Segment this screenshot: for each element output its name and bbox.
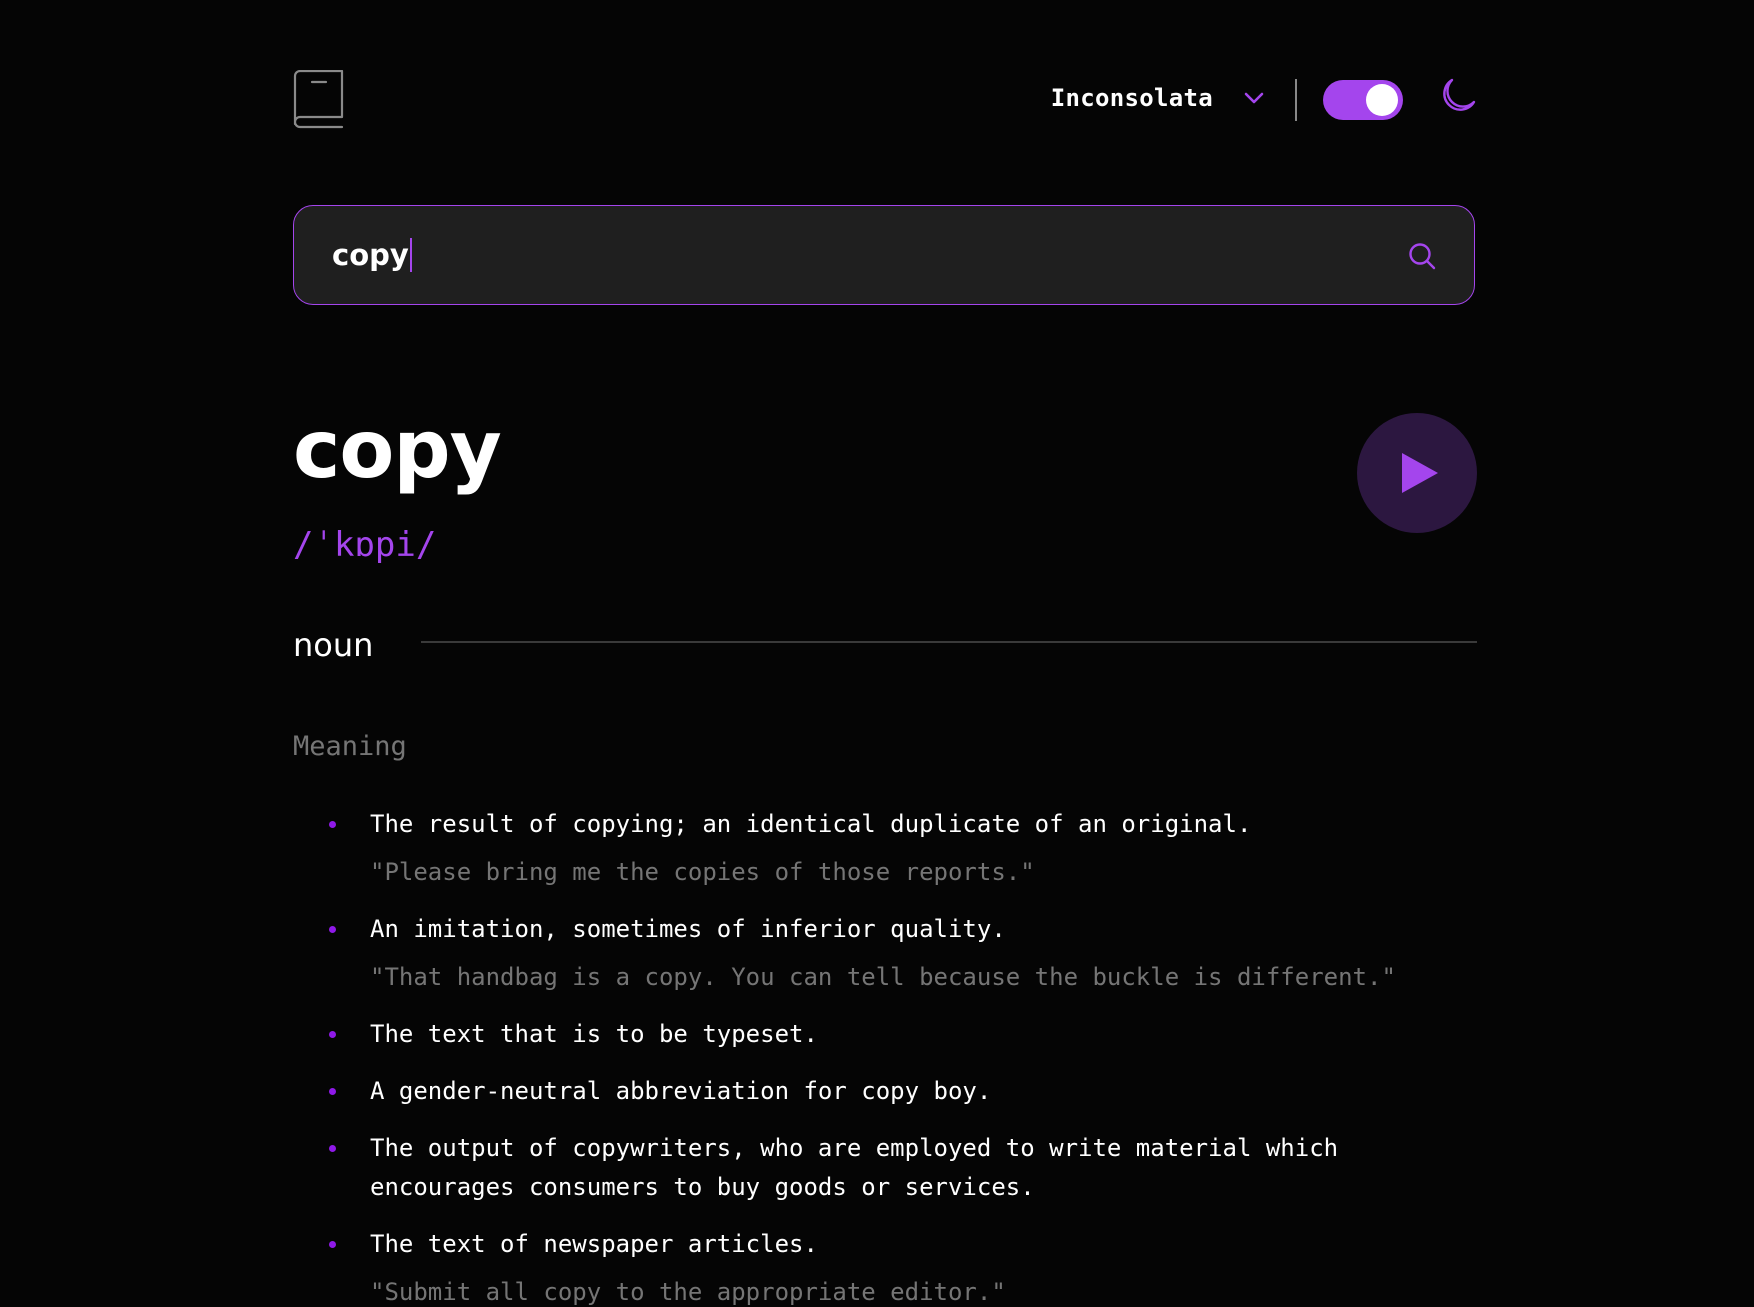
definition-example: "Please bring me the copies of those rep… xyxy=(370,858,1035,886)
definition-item: The text of newspaper articles. "Submit … xyxy=(329,1225,1477,1307)
moon-icon xyxy=(1443,78,1476,111)
phonetic-text: /ˈkɒpi/ xyxy=(293,525,437,565)
search-input[interactable]: copy xyxy=(332,232,412,278)
bullet-icon xyxy=(329,1145,336,1152)
definition-list: The result of copying; an identical dupl… xyxy=(329,805,1477,1307)
chevron-down-icon xyxy=(1244,92,1264,104)
book-logo-icon[interactable] xyxy=(293,70,345,130)
definition-text: The output of copywriters, who are emplo… xyxy=(370,1134,1339,1201)
section-divider xyxy=(421,641,1477,643)
part-of-speech-row: noun xyxy=(293,620,1477,670)
part-of-speech: noun xyxy=(293,626,374,664)
word-heading: copy xyxy=(293,403,502,496)
search-icon[interactable] xyxy=(1408,242,1436,270)
font-selector[interactable]: Inconsolata xyxy=(1051,84,1265,112)
definition-example: "Submit all copy to the appropriate edit… xyxy=(370,1278,1006,1306)
play-icon xyxy=(1402,453,1438,493)
search-input-value: copy xyxy=(332,238,409,272)
bullet-icon xyxy=(329,1088,336,1095)
font-selector-label: Inconsolata xyxy=(1050,84,1213,112)
text-caret xyxy=(409,238,412,272)
definition-item: A gender-neutral abbreviation for copy b… xyxy=(329,1072,1477,1111)
definition-item: The text that is to be typeset. xyxy=(329,1015,1477,1054)
header: Inconsolata xyxy=(293,70,1477,130)
bullet-icon xyxy=(329,926,336,933)
bullet-icon xyxy=(329,1241,336,1248)
definition-text: The text of newspaper articles. xyxy=(370,1230,818,1258)
definition-text: A gender-neutral abbreviation for copy b… xyxy=(370,1077,992,1105)
definition-example: "That handbag is a copy. You can tell be… xyxy=(370,963,1396,991)
bullet-icon xyxy=(329,1031,336,1038)
play-audio-button[interactable] xyxy=(1357,413,1477,533)
header-divider xyxy=(1295,79,1297,121)
definition-text: The result of copying; an identical dupl… xyxy=(370,810,1252,838)
bullet-icon xyxy=(329,821,336,828)
theme-toggle[interactable] xyxy=(1323,80,1403,120)
definition-text: The text that is to be typeset. xyxy=(370,1020,818,1048)
meaning-label: Meaning xyxy=(293,731,407,762)
search-bar[interactable]: copy xyxy=(293,205,1475,305)
definition-item: An imitation, sometimes of inferior qual… xyxy=(329,910,1477,997)
theme-toggle-knob xyxy=(1366,84,1398,116)
definition-item: The result of copying; an identical dupl… xyxy=(329,805,1477,892)
definition-text: An imitation, sometimes of inferior qual… xyxy=(370,915,1006,943)
definition-item: The output of copywriters, who are emplo… xyxy=(329,1129,1477,1207)
